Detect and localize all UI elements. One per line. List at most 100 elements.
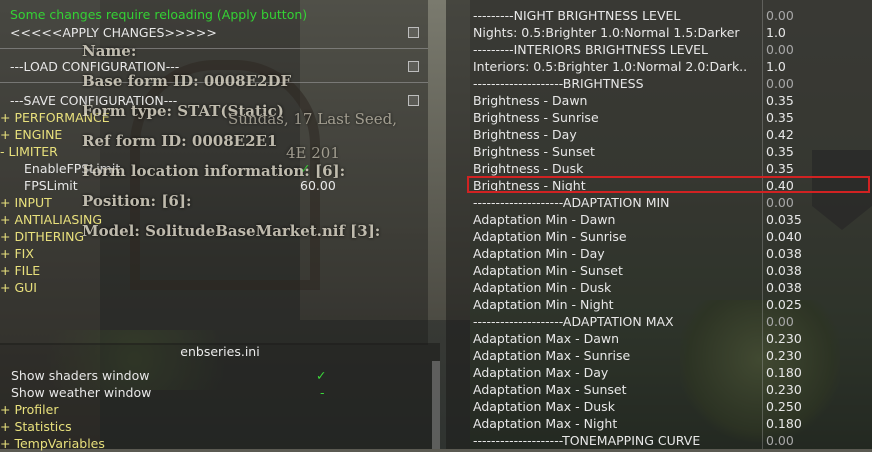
parameter-row[interactable]: Adaptation Max - Night 0.180	[446, 415, 872, 432]
category-file[interactable]: + FILE	[0, 262, 428, 279]
parameter-value[interactable]: 0.00	[766, 432, 794, 449]
enbseries-scrollbar[interactable]	[432, 361, 440, 449]
parameter-value[interactable]: 0.180	[766, 364, 802, 381]
parameter-value[interactable]: 0.00	[766, 7, 794, 24]
parameter-value[interactable]: 0.230	[766, 330, 802, 347]
parameter-label: Brightness - Sunrise	[473, 110, 599, 125]
console-model: Model: SolitudeBaseMarket.nif [3]:	[82, 222, 381, 240]
parameter-label: Adaptation Min - Dawn	[473, 212, 616, 227]
parameter-row[interactable]: Adaptation Min - Night 0.025	[446, 296, 872, 313]
parameter-value[interactable]: 0.038	[766, 262, 802, 279]
parameter-value[interactable]: 0.180	[766, 415, 802, 432]
parameter-value[interactable]: 0.040	[766, 228, 802, 245]
reload-notice: Some changes require reloading (Apply bu…	[10, 7, 308, 22]
parameter-row[interactable]: Brightness - Day 0.42	[446, 126, 872, 143]
parameter-row[interactable]: Brightness - Dawn 0.35	[446, 92, 872, 109]
parameter-label: ---------INTERIORS BRIGHTNESS LEVEL	[473, 42, 709, 57]
parameter-row[interactable]: Adaptation Max - Dusk 0.250	[446, 398, 872, 415]
parameter-label: --------------------BRIGHTNESS	[473, 76, 644, 91]
parameter-section-header[interactable]: --------------------ADAPTATION MAX 0.00	[446, 313, 872, 330]
parameter-label: Adaptation Min - Dusk	[473, 280, 612, 295]
parameter-row[interactable]: Adaptation Min - Dawn 0.035	[446, 211, 872, 228]
parameter-value[interactable]: 1.0	[766, 24, 786, 41]
category-fix[interactable]: + FIX	[0, 245, 428, 262]
parameter-section-header[interactable]: ---------NIGHT BRIGHTNESS LEVEL 0.00	[446, 7, 872, 24]
parameter-label: Adaptation Max - Day	[473, 365, 609, 380]
console-name: Name:	[82, 42, 137, 60]
parameter-label: --------------------ADAPTATION MAX	[473, 314, 674, 329]
parameter-value[interactable]: 0.230	[766, 347, 802, 364]
parameter-value[interactable]: 0.250	[766, 398, 802, 415]
parameter-label: Brightness - Dawn	[473, 93, 588, 108]
parameter-section-header[interactable]: --------------------BRIGHTNESS 0.00	[446, 75, 872, 92]
parameter-value[interactable]: 0.230	[766, 381, 802, 398]
apply-changes-button[interactable]: <<<<<APPLY CHANGES>>>>>	[0, 24, 428, 41]
parameter-label: Adaptation Max - Dusk	[473, 399, 615, 414]
parameter-row[interactable]: Adaptation Min - Dusk 0.038	[446, 279, 872, 296]
parameter-value[interactable]: 0.42	[766, 126, 794, 143]
parameter-label: Adaptation Min - Sunset	[473, 263, 623, 278]
parameter-label: Adaptation Min - Sunrise	[473, 229, 627, 244]
parameter-value[interactable]: 0.35	[766, 109, 794, 126]
parameter-row[interactable]: Adaptation Max - Sunrise 0.230	[446, 347, 872, 364]
parameter-value[interactable]: 0.038	[766, 245, 802, 262]
checkmark-icon[interactable]: ✓	[316, 367, 326, 384]
parameter-value[interactable]: 0.00	[766, 313, 794, 330]
category-statistics[interactable]: + Statistics	[0, 418, 440, 435]
shader-parameters-panel: ---------NIGHT BRIGHTNESS LEVEL 0.00 Night…	[446, 0, 872, 449]
parameter-section-header[interactable]: ---------INTERIORS BRIGHTNESS LEVEL 0.00	[446, 41, 872, 58]
parameter-row[interactable]: Brightness - Dusk 0.35	[446, 160, 872, 177]
category-gui[interactable]: + GUI	[0, 279, 428, 296]
show-weather-window-value[interactable]: -	[320, 384, 325, 401]
parameter-label: Adaptation Max - Dawn	[473, 331, 620, 346]
parameter-value[interactable]: 0.35	[766, 92, 794, 109]
parameter-value[interactable]: 0.00	[766, 75, 794, 92]
save-configuration-checkbox[interactable]	[408, 95, 419, 106]
parameter-value[interactable]: 0.00	[766, 194, 794, 211]
show-shaders-window-setting[interactable]: Show shaders window ✓	[0, 367, 440, 384]
parameter-row[interactable]: Interiors: 0.5:Brighter 1.0:Normal 2.0:D…	[446, 58, 872, 75]
parameter-section-header[interactable]: --------------------ADAPTATION MIN 0.00	[446, 194, 872, 211]
parameter-row[interactable]: Adaptation Min - Sunrise 0.040	[446, 228, 872, 245]
parameter-label: --------------------ADAPTATION MIN	[473, 195, 670, 210]
parameter-label: ---------NIGHT BRIGHTNESS LEVEL	[473, 8, 681, 23]
parameter-label: Adaptation Min - Day	[473, 246, 605, 261]
selected-row-highlight	[467, 176, 870, 193]
parameter-label: Adaptation Max - Sunset	[473, 382, 627, 397]
parameter-row[interactable]: Adaptation Max - Sunset 0.230	[446, 381, 872, 398]
parameter-row[interactable]: Nights: 0.5:Brighter 1.0:Normal 1.5:Dark…	[446, 24, 872, 41]
fps-limit-label: FPSLimit	[24, 178, 78, 193]
parameter-row[interactable]: Brightness - Sunrise 0.35	[446, 109, 872, 126]
divider	[0, 48, 428, 49]
parameter-label: Brightness - Dusk	[473, 161, 584, 176]
parameter-row[interactable]: Adaptation Max - Day 0.180	[446, 364, 872, 381]
category-input[interactable]: + INPUT	[0, 194, 428, 211]
parameter-value[interactable]: 1.0	[766, 58, 786, 75]
console-form-location: Form location information: [6]:	[82, 162, 346, 180]
parameter-label: Brightness - Day	[473, 127, 577, 142]
parameter-row[interactable]: Adaptation Min - Day 0.038	[446, 245, 872, 262]
show-weather-window-setting[interactable]: Show weather window -	[0, 384, 440, 401]
parameter-value[interactable]: 0.035	[766, 211, 802, 228]
parameter-value[interactable]: 0.35	[766, 160, 794, 177]
parameter-value[interactable]: 0.35	[766, 143, 794, 160]
parameter-label: --------------------TONEMAPPING CURVE	[473, 433, 701, 448]
parameter-row[interactable]: Adaptation Max - Dawn 0.230	[446, 330, 872, 347]
parameter-value[interactable]: 0.038	[766, 279, 802, 296]
category-profiler[interactable]: + Profiler	[0, 401, 440, 418]
parameter-label: Brightness - Sunset	[473, 144, 595, 159]
show-weather-window-label: Show weather window	[11, 385, 152, 400]
game-date-text: Sundas, 17 Last Seed,	[228, 110, 398, 128]
parameter-row[interactable]: Brightness - Sunset 0.35	[446, 143, 872, 160]
console-ref-form-id: Ref form ID: 0008E2E1	[82, 132, 278, 150]
apply-changes-checkbox[interactable]	[408, 27, 419, 38]
parameter-label: Adaptation Min - Night	[473, 297, 614, 312]
parameter-section-header[interactable]: --------------------TONEMAPPING CURVE 0.0…	[446, 432, 872, 449]
load-configuration-checkbox[interactable]	[408, 61, 419, 72]
parameter-value[interactable]: 0.025	[766, 296, 802, 313]
console-base-form-id: Base form ID: 0008E2DF	[82, 72, 292, 90]
parameter-value[interactable]: 0.00	[766, 41, 794, 58]
apply-changes-label: <<<<<APPLY CHANGES>>>>>	[10, 25, 217, 40]
category-temp-variables[interactable]: + TempVariables	[0, 435, 440, 452]
parameter-row[interactable]: Adaptation Min - Sunset 0.038	[446, 262, 872, 279]
